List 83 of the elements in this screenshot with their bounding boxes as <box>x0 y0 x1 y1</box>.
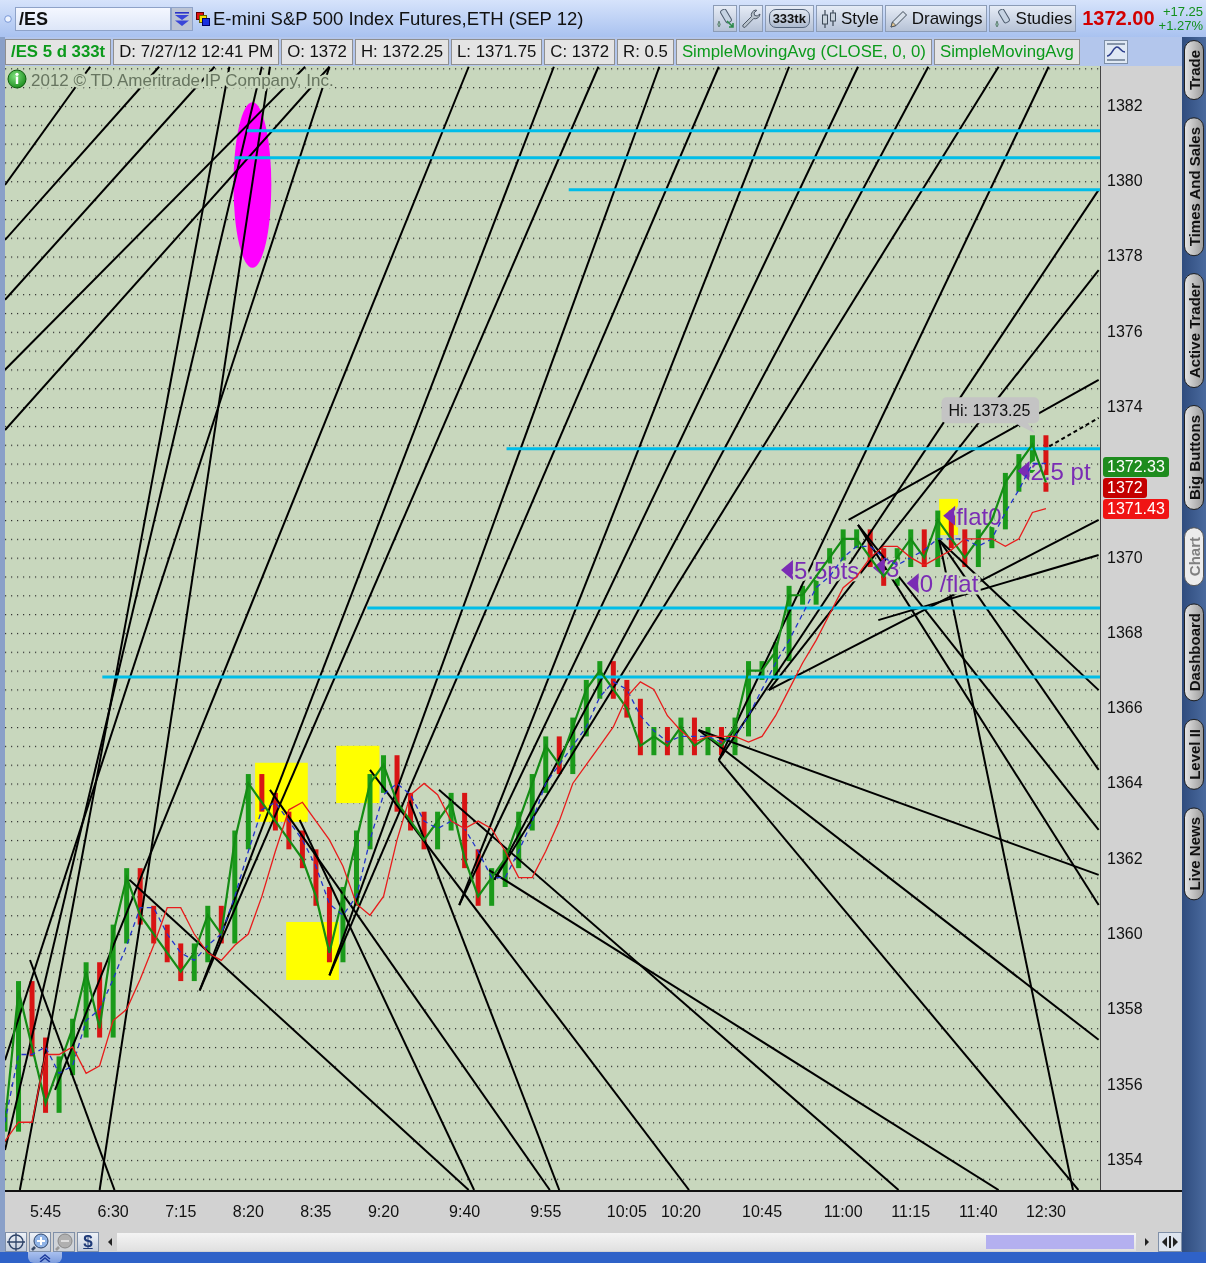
side-tab[interactable]: Trade <box>1184 40 1204 101</box>
axis-label: 1378 <box>1107 246 1143 267</box>
test-tube-icon <box>714 8 735 29</box>
side-tab[interactable]: Active Trader <box>1184 273 1204 389</box>
test-tube-icon <box>992 8 1013 29</box>
price-tag: 1371.43 <box>1103 499 1169 520</box>
axis-label: 1380 <box>1107 171 1143 192</box>
price-tag: 1372 <box>1103 478 1147 499</box>
axis-label: 8:20 <box>232 1203 264 1221</box>
style-button[interactable]: Style <box>815 5 883 32</box>
zoom-in-button[interactable] <box>29 1232 51 1252</box>
tick-count-button[interactable]: 333tk <box>764 5 814 32</box>
side-tab[interactable]: Big Buttons <box>1184 405 1204 511</box>
axis-label: 1362 <box>1107 848 1143 869</box>
axis-label: 11:40 <box>958 1203 998 1221</box>
scrollbar-thumb[interactable] <box>986 1235 1135 1249</box>
axis-label: 1374 <box>1107 397 1143 418</box>
axis-label: 9:40 <box>449 1203 481 1221</box>
study-name-label: SimpleMovingAvg (CLOSE, 0, 0) <box>675 38 932 65</box>
dropdown-button[interactable] <box>171 6 193 31</box>
axis-label: 5:45 <box>30 1203 62 1221</box>
squares-icon <box>196 11 210 26</box>
crosshair-icon <box>7 1233 25 1251</box>
axis-label: 1366 <box>1107 698 1143 719</box>
side-tab[interactable]: Live News <box>1184 806 1204 901</box>
studies-button[interactable]: Studies <box>988 5 1077 32</box>
last-price: 1372.00 <box>1082 7 1155 30</box>
axis-label: 1370 <box>1107 547 1143 568</box>
axis-label: 9:20 <box>367 1203 400 1221</box>
up-chevron-icon <box>39 1253 51 1262</box>
tab-handle[interactable] <box>28 1252 62 1263</box>
high-callout: Hi: 1373.25 <box>941 397 1040 434</box>
net-change: +17.25 <box>1162 4 1203 19</box>
side-tab[interactable]: Times And Sales <box>1184 117 1204 257</box>
crosshair-button[interactable] <box>5 1232 27 1252</box>
axis-label: 1356 <box>1107 1074 1143 1095</box>
axis-label: 11:15 <box>891 1203 931 1221</box>
magnifier-plus-icon <box>30 1233 49 1251</box>
pencil-icon <box>888 8 909 29</box>
instrument-title: E-mini S&P 500 Index Futures,ETH (SEP 12) <box>213 7 584 30</box>
chart-note: 3 <box>885 554 900 582</box>
axis-label: 7:15 <box>165 1203 197 1221</box>
axis-label: 1364 <box>1107 773 1143 794</box>
axis-label: 1358 <box>1107 999 1143 1020</box>
wrench-button[interactable] <box>738 5 763 32</box>
axis-label: 1376 <box>1107 321 1143 342</box>
quote-value-label: L: 1371.75 <box>451 38 543 65</box>
info-icon[interactable] <box>7 69 27 89</box>
quote-value-label: D: 7/27/12 12:41 PM <box>113 38 280 65</box>
symbol-field[interactable]: /ES <box>15 6 171 31</box>
candlestick-icon <box>819 8 838 29</box>
axis-label: 6:30 <box>97 1203 129 1221</box>
drawings-button[interactable]: Drawings <box>884 5 987 32</box>
left-triangle-icon <box>780 560 793 581</box>
axis-label: 10:20 <box>660 1203 701 1221</box>
axis-label: 9:55 <box>530 1203 562 1221</box>
side-tab[interactable]: Dashboard <box>1184 603 1204 702</box>
percent-change: +1.27% <box>1158 18 1203 33</box>
quote-value-label: O: 1372 <box>281 38 353 65</box>
wrench-icon <box>740 8 761 29</box>
dollar-button[interactable]: $ <box>76 1232 99 1252</box>
side-tab[interactable]: Level II <box>1184 718 1204 790</box>
axis-label: 10:45 <box>742 1203 783 1221</box>
quote-value-label: C: 1372 <box>544 38 616 65</box>
axis-label: 1382 <box>1107 95 1143 116</box>
axis-label: 1368 <box>1107 622 1143 643</box>
double-chevron-icon <box>174 10 190 27</box>
left-triangle-icon <box>1017 461 1030 482</box>
left-triangle-icon <box>906 573 919 594</box>
study-name-label: SimpleMovingAvg <box>933 38 1080 65</box>
left-triangle-icon <box>943 505 956 526</box>
quote-value-label: H: 1372.25 <box>354 38 449 65</box>
axis-label: 8:35 <box>300 1203 332 1221</box>
quote-value-label: R: 0.5 <box>617 38 674 65</box>
curve-icon[interactable] <box>1104 39 1128 64</box>
chart-symbol-label: /ES 5 d 333t <box>5 38 112 65</box>
axis-label: 10:05 <box>606 1203 647 1221</box>
axis-label: 12:30 <box>1025 1203 1066 1221</box>
axis-label: 1354 <box>1107 1149 1143 1170</box>
axis-label: 11:00 <box>823 1203 863 1221</box>
test-tube-button[interactable] <box>712 5 737 32</box>
axis-label: 1360 <box>1107 924 1143 944</box>
price-tag: 1372.33 <box>1103 457 1169 478</box>
